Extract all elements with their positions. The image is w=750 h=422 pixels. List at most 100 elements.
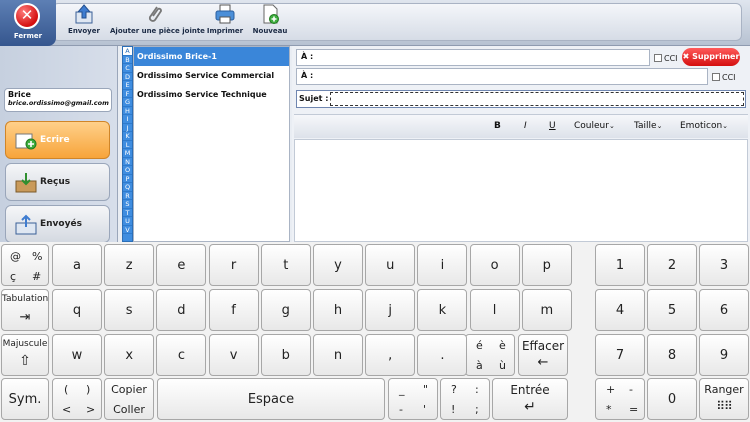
cci-checkbox-2[interactable]: CCI	[712, 73, 736, 82]
alphabet-letter[interactable]: S	[123, 200, 132, 209]
alphabet-letter[interactable]: E	[123, 81, 132, 90]
nav-write-button[interactable]: Ecrire	[5, 121, 110, 159]
key-h[interactable]: h	[313, 289, 363, 331]
key-1[interactable]: 1	[595, 244, 645, 286]
chevron-down-icon: ⌄	[608, 122, 615, 130]
print-button[interactable]: Imprimer	[206, 3, 244, 43]
subject-input[interactable]	[330, 92, 744, 106]
key-e[interactable]: e	[156, 244, 207, 286]
key-s[interactable]: s	[104, 289, 155, 331]
key-l[interactable]: l	[469, 289, 520, 331]
key-letter[interactable]: b	[260, 334, 311, 376]
key-parentheses[interactable]: ( ) < >	[52, 378, 102, 420]
size-dropdown[interactable]: Taille⌄	[634, 121, 662, 131]
alphabet-letter[interactable]: B	[123, 56, 132, 64]
delete-button[interactable]: ✖ Supprimer	[682, 48, 740, 66]
key-3[interactable]: 3	[699, 244, 749, 286]
alphabet-letter[interactable]: Q	[123, 183, 132, 192]
nav-received-button[interactable]: Reçus	[5, 163, 110, 201]
key-dash-quote[interactable]: _ " - '	[388, 378, 438, 420]
alphabet-letter[interactable]: J	[123, 124, 132, 132]
key-letter[interactable]: c	[156, 334, 207, 376]
alphabet-letter[interactable]: H	[123, 107, 132, 115]
alphabet-letter[interactable]: D	[123, 73, 132, 81]
key-z[interactable]: z	[104, 244, 155, 286]
new-button[interactable]: Nouveau	[252, 3, 288, 43]
key-u[interactable]: u	[365, 244, 416, 286]
key-letter[interactable]: ,	[365, 334, 416, 376]
key-accents[interactable]: é è à ù	[465, 334, 515, 376]
key-8[interactable]: 8	[647, 334, 697, 376]
key-p[interactable]: p	[521, 244, 572, 286]
contact-item[interactable]: Ordissimo Brice-1	[134, 47, 289, 66]
cc-field[interactable]: À :	[296, 68, 708, 85]
key-o[interactable]: o	[469, 244, 520, 286]
alphabet-letter[interactable]: P	[123, 175, 132, 183]
underline-button[interactable]: U	[549, 121, 556, 131]
key-t[interactable]: t	[260, 244, 311, 286]
key-sym[interactable]: Sym.	[1, 378, 49, 420]
key-a[interactable]: a	[52, 244, 102, 286]
key-6[interactable]: 6	[699, 289, 749, 331]
emoticon-dropdown[interactable]: Emoticon⌄	[680, 121, 728, 131]
key-letter[interactable]: w	[52, 334, 102, 376]
key-punctuation[interactable]: ? : ! ;	[440, 378, 490, 420]
nav-sent-button[interactable]: Envoyés	[5, 205, 110, 243]
to-field[interactable]: À :	[296, 49, 650, 66]
key-r[interactable]: r	[208, 244, 259, 286]
contact-item[interactable]: Ordissimo Service Technique	[134, 85, 289, 104]
key-g[interactable]: g	[260, 289, 311, 331]
message-editor[interactable]	[294, 139, 748, 242]
key-shift[interactable]: Majuscule ⇧	[1, 334, 49, 376]
alphabet-letter[interactable]: C	[123, 64, 132, 73]
alphabet-letter[interactable]: T	[123, 209, 132, 217]
alphabet-letter[interactable]: F	[123, 90, 132, 98]
attach-button[interactable]: Ajouter une pièce jointe	[110, 3, 205, 43]
alphabet-letter[interactable]: U	[123, 217, 132, 226]
alphabet-letter[interactable]: G	[123, 98, 132, 107]
send-button[interactable]: Envoyer	[66, 3, 102, 43]
alphabet-letter[interactable]: M	[123, 149, 132, 158]
cci-checkbox[interactable]: CCI	[654, 54, 678, 63]
key-letter[interactable]: .	[417, 334, 468, 376]
alphabet-letter[interactable]: R	[123, 192, 132, 200]
key-0[interactable]: 0	[647, 378, 697, 420]
key-sym-top[interactable]: @ % ç #	[1, 244, 49, 286]
key-label: 8	[667, 348, 677, 363]
key-q[interactable]: q	[52, 289, 102, 331]
bold-button[interactable]: B	[494, 121, 501, 131]
alphabet-letter[interactable]: A	[123, 47, 132, 56]
key-ranger[interactable]: Ranger ⠿⠿	[699, 378, 749, 420]
key-tab[interactable]: Tabulation ⇥	[1, 289, 49, 331]
close-button[interactable]: ✕ Fermer	[0, 0, 56, 46]
key-k[interactable]: k	[417, 289, 468, 331]
key-9[interactable]: 9	[699, 334, 749, 376]
alphabet-letter[interactable]: O	[123, 166, 132, 175]
alphabet-letter[interactable]: N	[123, 158, 132, 166]
key-letter[interactable]: v	[208, 334, 259, 376]
key-erase[interactable]: Effacer ←	[518, 334, 568, 376]
key-i[interactable]: i	[417, 244, 468, 286]
key-y[interactable]: y	[313, 244, 363, 286]
key-letter[interactable]: x	[104, 334, 155, 376]
key-space[interactable]: Espace	[157, 378, 385, 420]
key-4[interactable]: 4	[595, 289, 645, 331]
key-7[interactable]: 7	[595, 334, 645, 376]
key-j[interactable]: j	[365, 289, 416, 331]
alphabet-letter[interactable]: K	[123, 132, 132, 141]
key-copy-paste[interactable]: Copier Coller	[104, 378, 154, 420]
key-2[interactable]: 2	[647, 244, 697, 286]
key-d[interactable]: d	[156, 289, 207, 331]
key-operators[interactable]: + - * =	[595, 378, 645, 420]
key-f[interactable]: f	[208, 289, 259, 331]
contact-item[interactable]: Ordissimo Service Commercial	[134, 66, 289, 85]
color-dropdown[interactable]: Couleur⌄	[574, 121, 615, 131]
key-5[interactable]: 5	[647, 289, 697, 331]
alphabet-letter[interactable]: V	[123, 226, 132, 234]
alphabet-letter[interactable]: L	[123, 141, 132, 149]
italic-button[interactable]: I	[524, 121, 527, 131]
alphabet-letter[interactable]: I	[123, 115, 132, 124]
key-enter[interactable]: Entrée ↵	[492, 378, 568, 420]
key-letter[interactable]: n	[313, 334, 363, 376]
key-m[interactable]: m	[521, 289, 572, 331]
